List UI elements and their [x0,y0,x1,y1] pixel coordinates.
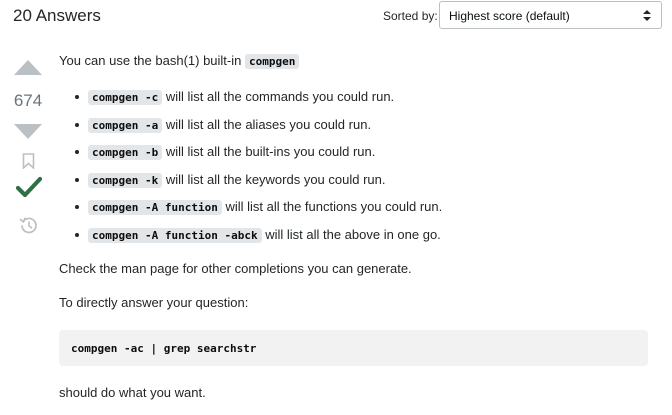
inline-code: compgen [244,54,300,69]
closing-paragraph: should do what you want. [59,385,206,400]
man-page-paragraph: Check the man page for other completions… [59,261,412,276]
inline-code: compgen -A function -abck [88,227,262,243]
inline-code: compgen -k [88,172,163,188]
intro-paragraph: You can use the bash(1) built-in compgen [59,52,300,71]
sort-select-value: Highest score (default) [449,9,570,23]
list-item: compgen -A function will list all the fu… [59,198,442,226]
list-item: compgen -a will list all the aliases you… [59,116,442,144]
list-item: compgen -c will list all the commands yo… [59,88,442,116]
inline-code: compgen -c [88,90,163,105]
answers-header: 20 Answers Sorted by: Highest score (def… [0,0,672,34]
select-arrows-icon [643,10,651,21]
bookmark-icon[interactable] [22,153,35,169]
history-icon[interactable] [19,216,38,235]
list-item-text: will list all the aliases you could run. [162,116,372,132]
vote-cell: 674 [0,50,56,250]
list-item: compgen -k will list all the keywords yo… [59,171,442,199]
list-item: compgen -b will list all the built-ins y… [59,143,442,171]
code-block-text: compgen -ac | grep searchstr [71,342,257,355]
bullet-list: compgen -c will list all the commands yo… [59,88,442,254]
accepted-check-icon [16,176,42,198]
list-item-text: will list all the functions you could ru… [221,199,443,215]
vote-up-icon[interactable] [13,58,43,76]
list-item-text: will list all the commands you could run… [162,89,395,104]
list-item-text: will list all the above in one go. [261,226,441,242]
vote-count: 674 [13,91,43,110]
list-item-text: will list all the built-ins you could ru… [162,144,376,160]
answers-count: 20 Answers [13,6,101,25]
list-item-text: will list all the keywords you could run… [162,171,386,187]
intro-text: You can use the bash(1) built-in [59,53,245,68]
vote-down-icon[interactable] [13,123,43,141]
code-block: compgen -ac | grep searchstr [59,330,648,366]
sorted-by-label: Sorted by: [383,9,438,23]
list-item: compgen -A function -abck will list all … [59,226,442,254]
sort-select[interactable]: Highest score (default) [439,1,662,29]
inline-code: compgen -A function [88,200,222,216]
answer-paragraph: To directly answer your question: [59,295,249,310]
inline-code: compgen -a [88,117,163,133]
inline-code: compgen -b [88,145,163,161]
